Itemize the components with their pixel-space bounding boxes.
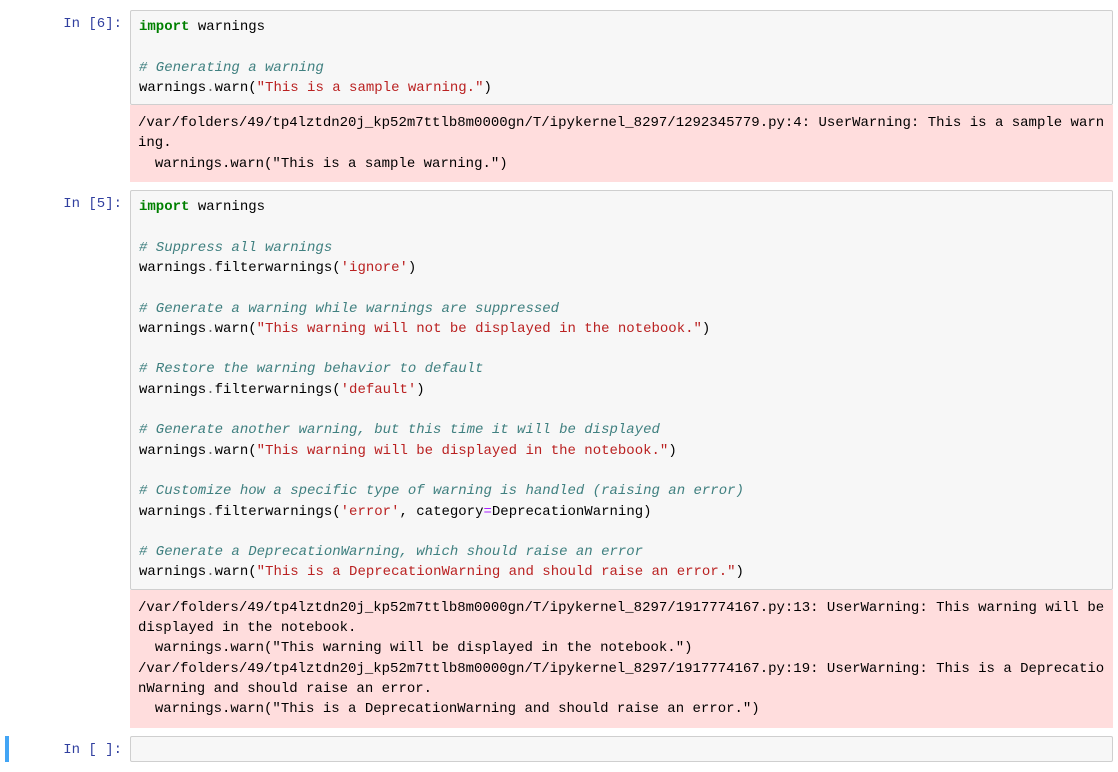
input-prompt: In [6]: (5, 10, 130, 182)
input-prompt: In [ ]: (9, 736, 130, 762)
code-cell: In [6]:import warnings # Generating a wa… (5, 10, 1113, 182)
code-editor[interactable]: import warnings # Generating a warning w… (130, 10, 1113, 105)
code-editor[interactable]: import warnings # Suppress all warnings … (130, 190, 1113, 590)
selected-empty-cell: In [ ]: (5, 736, 1113, 762)
stderr-output: /var/folders/49/tp4lztdn20j_kp52m7ttlb8m… (130, 105, 1113, 182)
code-editor[interactable] (130, 736, 1113, 762)
input-prompt: In [5]: (5, 190, 130, 727)
stderr-output: /var/folders/49/tp4lztdn20j_kp52m7ttlb8m… (130, 590, 1113, 728)
code-cell: In [5]:import warnings # Suppress all wa… (5, 190, 1113, 727)
